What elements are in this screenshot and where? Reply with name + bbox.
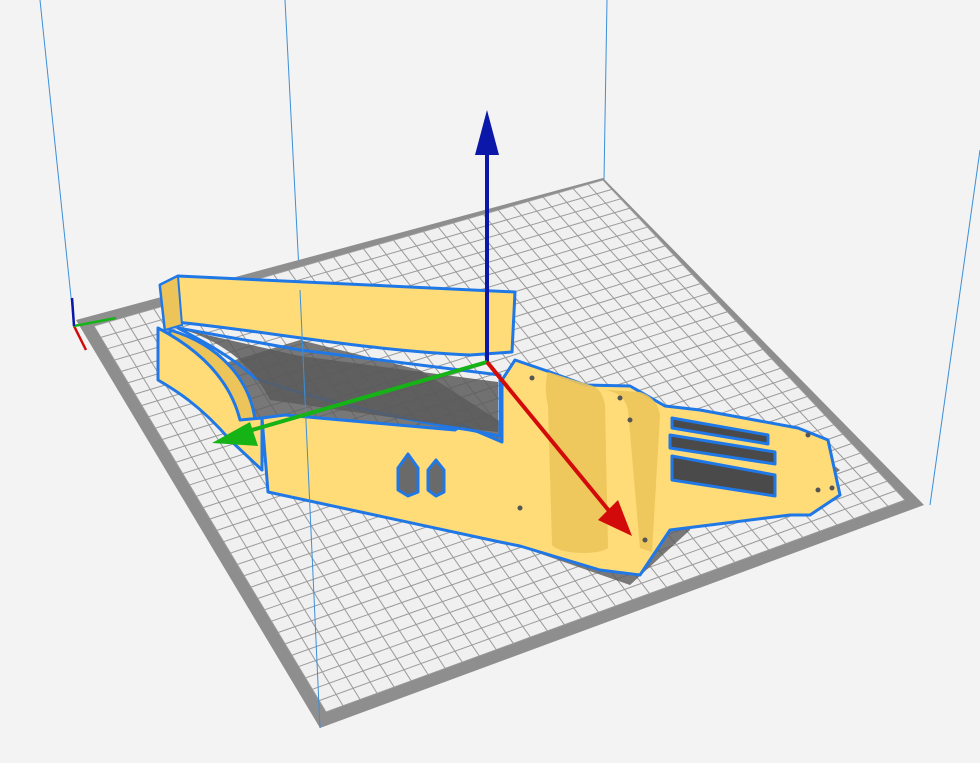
arrow-blue-icon[interactable] — [475, 110, 499, 155]
model-cylinder-left — [545, 372, 608, 553]
model-upper-arm-side — [158, 274, 184, 332]
3d-viewport[interactable] — [0, 0, 980, 763]
origin-z-line — [70, 297, 76, 327]
scene-canvas[interactable] — [0, 0, 980, 763]
